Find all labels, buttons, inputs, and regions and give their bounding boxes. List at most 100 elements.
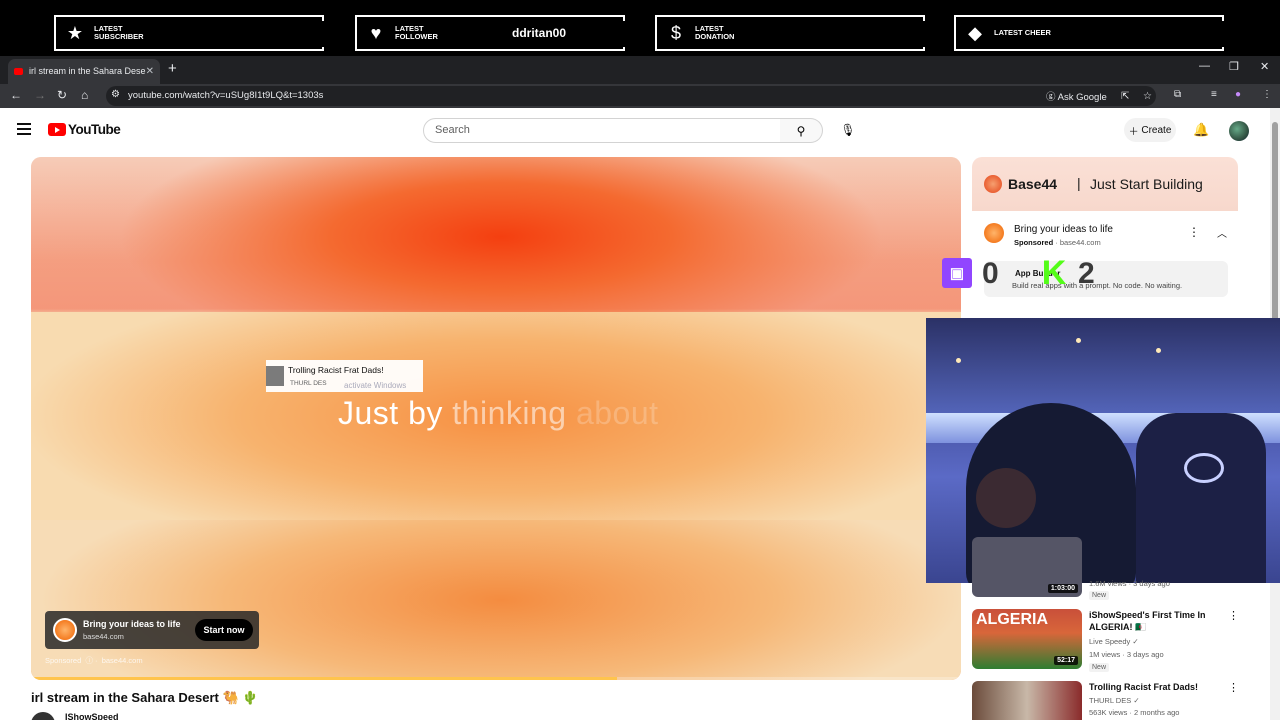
- video-thumbnail[interactable]: ALGERIA 52:17: [972, 609, 1082, 669]
- search-input[interactable]: Search: [423, 118, 781, 143]
- ad-brand: Base44: [1008, 176, 1058, 192]
- extensions-icon[interactable]: ⧉: [1174, 89, 1181, 100]
- kick-viewer-count: 2: [1078, 257, 1095, 290]
- media-icon[interactable]: ≡: [1211, 89, 1217, 100]
- latest-cheer-alert: ◆ LATEST CHEER: [954, 15, 1224, 51]
- sponsored-label: Sponsored: [45, 656, 82, 665]
- card-thumbnail: [266, 366, 284, 386]
- youtube-logo-icon[interactable]: [48, 123, 66, 136]
- ad-meta-domain: base44.com: [101, 656, 143, 665]
- screen: ★ LATEST SUBSCRIBER ♥ LATEST FOLLOWER dd…: [0, 0, 1280, 720]
- base44-logo-icon: [984, 223, 1004, 243]
- base44-logo-icon: [984, 175, 1002, 193]
- diamond-icon: ◆: [968, 22, 982, 43]
- alert-label: LATEST SUBSCRIBER: [94, 24, 144, 41]
- ad-sublink[interactable]: App Builder Build real apps with a promp…: [984, 261, 1228, 297]
- youtube-header: YouTube Search ⚲ 🎙 ＋ Create 🔔: [0, 108, 1280, 154]
- ad-tagline: Just Start Building: [1090, 176, 1203, 192]
- chevron-up-icon[interactable]: ︿: [1217, 225, 1227, 240]
- latest-donation-alert: $ LATEST DONATION: [655, 15, 925, 51]
- ad-sponsor-line: Sponsored · base44.com: [1014, 238, 1101, 247]
- new-tab-icon[interactable]: +: [168, 60, 177, 77]
- browser-tab[interactable]: irl stream in the Sahara Desert 🐫 ✕: [8, 59, 160, 84]
- dollar-icon: $: [670, 22, 681, 43]
- ad-headline: Bring your ideas to life: [83, 619, 181, 629]
- card-title: Trolling Racist Frat Dads!: [288, 365, 384, 375]
- twitch-icon: ▣: [942, 258, 972, 288]
- video-meta: 1.6M views · 3 days ago: [1089, 579, 1170, 588]
- video-meta: 1M views · 3 days ago: [1089, 650, 1164, 659]
- ask-google-button[interactable]: ⓖ Ask Google: [1046, 89, 1107, 103]
- account-avatar[interactable]: [1229, 121, 1249, 141]
- youtube-logo-text[interactable]: YouTube: [68, 122, 121, 137]
- heart-icon: ♥: [370, 22, 382, 43]
- start-now-button[interactable]: Start now: [195, 619, 253, 641]
- youtube-favicon-icon: [14, 68, 23, 75]
- ad-caption: Just by thinking about: [338, 395, 659, 432]
- video-duration: 1:03:00: [1047, 584, 1078, 593]
- channel-name[interactable]: IShowSpeed: [65, 712, 119, 720]
- forward-icon[interactable]: →: [34, 88, 46, 102]
- minimize-icon[interactable]: —: [1199, 60, 1210, 72]
- video-title: Trolling Racist Frat Dads!: [1089, 682, 1199, 692]
- sidebar-ad-info: Bring your ideas to life Sponsored · bas…: [972, 211, 1238, 306]
- video-player[interactable]: Just by thinking about: [31, 157, 961, 680]
- recommended-video[interactable]: 1:03:00 1.6M views · 3 days ago New: [972, 537, 1238, 600]
- install-app-icon[interactable]: ⇱: [1121, 91, 1129, 102]
- recommended-video[interactable]: Trolling Racist Frat Dads! THURL DES ✓ 5…: [972, 681, 1239, 720]
- player-ad-overlay[interactable]: Bring your ideas to life base44.com Star…: [45, 611, 259, 649]
- sidebar-ad-banner[interactable]: Base44 | Just Start Building: [972, 157, 1238, 211]
- card-watermark: activate Windows: [344, 381, 407, 390]
- maximize-icon[interactable]: ❐: [1229, 60, 1239, 73]
- video-title: iShowSpeed's First Time In ALGERIA! 🇩🇿: [1089, 610, 1206, 632]
- voice-search-icon[interactable]: 🎙: [836, 118, 860, 142]
- video-thumbnail[interactable]: [972, 681, 1082, 720]
- search-button[interactable]: ⚲: [780, 118, 823, 143]
- create-button[interactable]: ＋ Create: [1124, 118, 1176, 142]
- back-icon[interactable]: ←: [10, 88, 22, 102]
- ad-domain: base44.com: [83, 632, 124, 641]
- latest-follower-alert: ♥ LATEST FOLLOWER ddritan00: [355, 15, 625, 51]
- home-icon[interactable]: ⌂: [81, 88, 88, 102]
- hamburger-menu-icon[interactable]: [17, 123, 31, 138]
- alert-value: ddritan00: [511, 26, 566, 40]
- notifications-bell-icon[interactable]: 🔔: [1193, 122, 1209, 138]
- channel-row: IShowSpeed: [31, 712, 961, 720]
- video-thumbnail[interactable]: 1:03:00: [972, 537, 1082, 597]
- profile-icon[interactable]: ●: [1235, 89, 1241, 100]
- create-label: Create: [1141, 124, 1172, 136]
- overlay-video-card: Trolling Racist Frat Dads! THURL DES act…: [266, 360, 423, 392]
- caption-fade2: about: [575, 395, 659, 431]
- site-info-icon[interactable]: ⚙: [111, 89, 120, 100]
- sponsored-label: Sponsored: [1014, 238, 1054, 247]
- tab-title: irl stream in the Sahara Desert 🐫: [29, 66, 146, 76]
- bookmark-star-icon[interactable]: ☆: [1143, 91, 1152, 102]
- twitch-viewer-count: 0: [982, 257, 999, 290]
- thumbnail-text: ALGERIA: [976, 611, 1048, 628]
- address-bar[interactable]: ⚙ youtube.com/watch?v=uSUg8I1t9LQ&t=1303…: [106, 86, 1156, 106]
- close-tab-icon[interactable]: ✕: [146, 66, 154, 77]
- caption-main: Just by: [338, 395, 443, 431]
- channel-avatar[interactable]: [31, 712, 55, 720]
- recommended-video[interactable]: ALGERIA 52:17 iShowSpeed's First Time In…: [972, 609, 1239, 672]
- more-options-icon[interactable]: ⋮: [1188, 225, 1200, 239]
- video-meta: 563K views · 2 months ago: [1089, 708, 1180, 717]
- search-icon: ⚲: [796, 123, 806, 138]
- reload-icon[interactable]: ↻: [57, 88, 67, 102]
- video-title: irl stream in the Sahara Desert 🐫 🌵: [31, 690, 259, 705]
- stream-overlay-bar: ★ LATEST SUBSCRIBER ♥ LATEST FOLLOWER dd…: [0, 0, 1280, 56]
- ad-headline: Bring your ideas to life: [1014, 224, 1113, 235]
- base44-logo-icon: [53, 618, 77, 642]
- ad-domain: base44.com: [1059, 238, 1101, 247]
- alert-label: LATEST FOLLOWER: [395, 24, 438, 41]
- chrome-menu-icon[interactable]: ⋮: [1262, 89, 1272, 100]
- card-channel: THURL DES: [290, 380, 327, 387]
- browser-toolbar: ← → ↻ ⌂ ⚙ youtube.com/watch?v=uSUg8I1t9L…: [0, 84, 1280, 108]
- close-window-icon[interactable]: ✕: [1260, 60, 1269, 73]
- more-options-icon[interactable]: ⋮: [1228, 681, 1239, 694]
- alert-label: LATEST CHEER: [994, 28, 1051, 37]
- star-icon: ★: [66, 22, 84, 43]
- more-options-icon[interactable]: ⋮: [1228, 609, 1239, 622]
- video-channel: Live Speedy ✓: [1089, 637, 1139, 646]
- video-progress-bar[interactable]: [31, 677, 961, 680]
